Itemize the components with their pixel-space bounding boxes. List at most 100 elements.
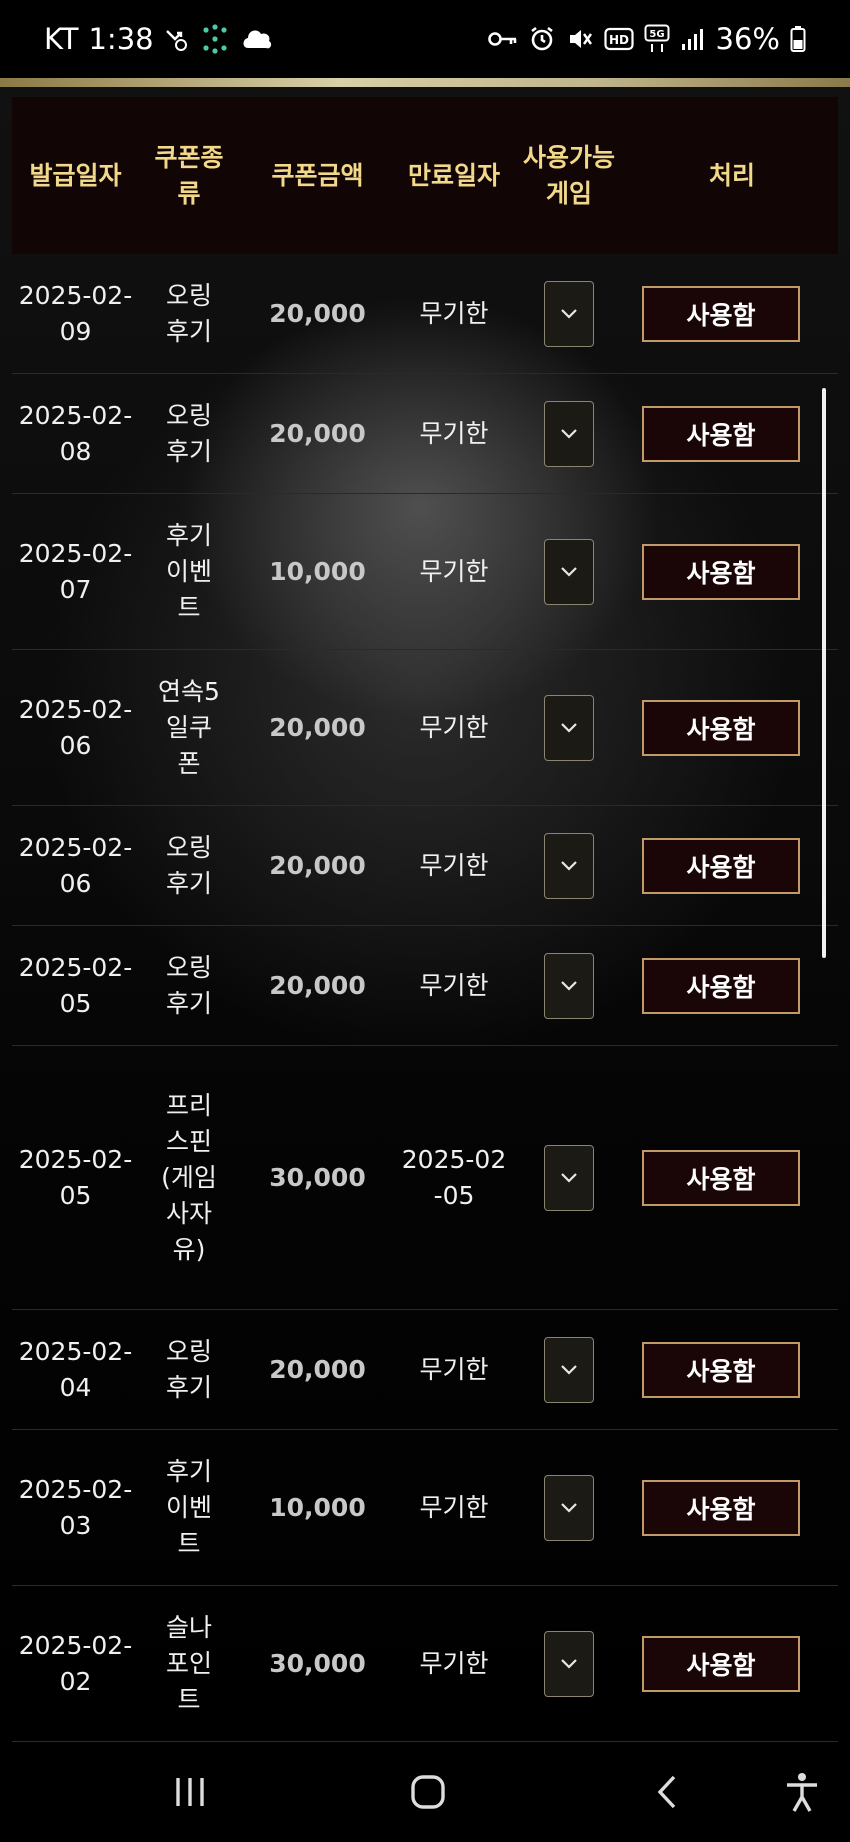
coupon-type-cell: 프리스핀(게임사자유)	[161, 1090, 217, 1264]
chevron-down-icon	[559, 722, 579, 734]
coupon-amount-cell: 20,000	[269, 970, 366, 1000]
coupon-table: 발급일자 쿠폰종류 쿠폰금액 만료일자 사용가능게임 처리 2025-02-09…	[12, 97, 838, 1742]
action-cell: 사용함	[626, 1341, 838, 1398]
expiry-date-cell: 무기한	[419, 970, 489, 1000]
battery-percent: 36%	[715, 22, 780, 56]
action-cell: 사용함	[626, 699, 838, 756]
coupon-amount-cell: 20,000	[269, 1354, 366, 1384]
game-select-dropdown[interactable]	[544, 1474, 594, 1541]
game-select-dropdown[interactable]	[544, 1630, 594, 1697]
table-body: 2025-02-09 오링후기 20,000 무기한 사용함 2025-02-08 오링후기…	[12, 254, 838, 1742]
5g-icon: 5G	[644, 24, 670, 54]
back-icon[interactable]	[648, 1772, 688, 1812]
use-coupon-button[interactable]: 사용함	[642, 405, 800, 462]
table-row: 2025-02-06 오링후기 20,000 무기한 사용함	[12, 806, 838, 926]
game-select-dropdown[interactable]	[544, 400, 594, 467]
issue-date-cell: 2025-02-07	[18, 538, 133, 604]
status-bar: KT 1:38 HD 5G 36%	[0, 0, 850, 78]
available-games-cell	[512, 1336, 626, 1403]
game-select-dropdown[interactable]	[544, 538, 594, 605]
game-select-dropdown[interactable]	[544, 1336, 594, 1403]
use-coupon-button[interactable]: 사용함	[642, 1635, 800, 1692]
game-select-dropdown[interactable]	[544, 832, 594, 899]
game-select-dropdown[interactable]	[544, 694, 594, 761]
issue-date-cell: 2025-02-05	[18, 952, 133, 1018]
available-games-cell	[512, 1630, 626, 1697]
home-icon[interactable]	[408, 1772, 448, 1812]
use-coupon-button[interactable]: 사용함	[642, 837, 800, 894]
table-row: 2025-02-07 후기이벤트 10,000 무기한 사용함	[12, 494, 838, 650]
expiry-date-cell: 무기한	[419, 1354, 489, 1384]
coupon-amount-cell: 20,000	[269, 298, 366, 328]
available-games-cell	[512, 832, 626, 899]
chevron-down-icon	[559, 428, 579, 440]
expiry-date-cell: 2025-02-05	[401, 1144, 507, 1210]
available-games-cell	[512, 952, 626, 1019]
chevron-down-icon	[559, 860, 579, 872]
coupon-amount-cell: 20,000	[269, 418, 366, 448]
table-row: 2025-02-05 오링후기 20,000 무기한 사용함	[12, 926, 838, 1046]
coupon-amount-cell: 20,000	[269, 712, 366, 742]
expiry-date-cell: 무기한	[419, 418, 489, 448]
table-row: 2025-02-02 슬나포인트 30,000 무기한 사용함	[12, 1586, 838, 1742]
table-row: 2025-02-09 오링후기 20,000 무기한 사용함	[12, 254, 838, 374]
status-bar-left: KT 1:38	[44, 22, 274, 56]
use-coupon-button[interactable]: 사용함	[642, 1479, 800, 1536]
mute-icon	[566, 24, 594, 54]
header-coupon-amount: 쿠폰금액	[271, 160, 364, 190]
use-coupon-button[interactable]: 사용함	[642, 285, 800, 342]
table-header: 발급일자 쿠폰종류 쿠폰금액 만료일자 사용가능게임 처리	[12, 97, 838, 254]
carrier-label: KT	[44, 22, 79, 56]
use-coupon-button[interactable]: 사용함	[642, 699, 800, 756]
header-divider	[0, 78, 850, 87]
chevron-down-icon	[559, 1502, 579, 1514]
action-cell: 사용함	[626, 1479, 838, 1536]
scrollbar[interactable]	[822, 388, 826, 958]
expiry-date-cell: 무기한	[419, 850, 489, 880]
chevron-down-icon	[559, 1658, 579, 1670]
svg-text:HD: HD	[609, 33, 629, 47]
issue-date-cell: 2025-02-08	[18, 400, 133, 466]
coupon-amount-cell: 30,000	[269, 1162, 366, 1192]
coupon-type-cell: 오링후기	[165, 832, 212, 898]
accessibility-icon[interactable]	[780, 1770, 824, 1814]
expiry-date-cell: 무기한	[419, 1492, 489, 1522]
use-coupon-button[interactable]: 사용함	[642, 1341, 800, 1398]
recent-apps-icon[interactable]	[170, 1772, 210, 1812]
action-cell: 사용함	[626, 1635, 838, 1692]
header-coupon-type: 쿠폰종류	[154, 142, 224, 208]
header-expiry-date: 만료일자	[407, 160, 500, 190]
table-row: 2025-02-08 오링후기 20,000 무기한 사용함	[12, 374, 838, 494]
table-row: 2025-02-05 프리스핀(게임사자유) 30,000 2025-02-05 사용함	[12, 1046, 838, 1310]
navigation-bar	[0, 1742, 850, 1842]
coupon-type-cell: 오링후기	[165, 280, 212, 346]
available-games-cell	[512, 1144, 626, 1211]
table-row: 2025-02-04 오링후기 20,000 무기한 사용함	[12, 1310, 838, 1430]
game-select-dropdown[interactable]	[544, 952, 594, 1019]
coupon-type-cell: 오링후기	[165, 1336, 212, 1402]
action-cell: 사용함	[626, 957, 838, 1014]
use-coupon-button[interactable]: 사용함	[642, 543, 800, 600]
coupon-type-cell: 오링후기	[165, 400, 212, 466]
table-row: 2025-02-06 연속5일쿠폰 20,000 무기한 사용함	[12, 650, 838, 806]
coupon-amount-cell: 20,000	[269, 850, 366, 880]
action-cell: 사용함	[626, 1149, 838, 1206]
use-coupon-button[interactable]: 사용함	[642, 957, 800, 1014]
issue-date-cell: 2025-02-02	[18, 1630, 133, 1696]
status-bar-right: HD 5G 36%	[487, 22, 806, 56]
signal-icon	[680, 24, 706, 54]
header-action: 처리	[708, 160, 755, 190]
game-select-dropdown[interactable]	[544, 280, 594, 347]
coupon-type-cell: 후기이벤트	[165, 1456, 212, 1558]
expiry-date-cell: 무기한	[419, 1648, 489, 1678]
key-icon	[487, 24, 518, 54]
game-select-dropdown[interactable]	[544, 1144, 594, 1211]
expiry-date-cell: 무기한	[419, 556, 489, 586]
cloud-app-icon	[240, 24, 274, 54]
coupon-amount-cell: 10,000	[269, 1492, 366, 1522]
available-games-cell	[512, 280, 626, 347]
action-cell: 사용함	[626, 285, 838, 342]
header-issue-date: 발급일자	[29, 160, 122, 190]
use-coupon-button[interactable]: 사용함	[642, 1149, 800, 1206]
available-games-cell	[512, 538, 626, 605]
